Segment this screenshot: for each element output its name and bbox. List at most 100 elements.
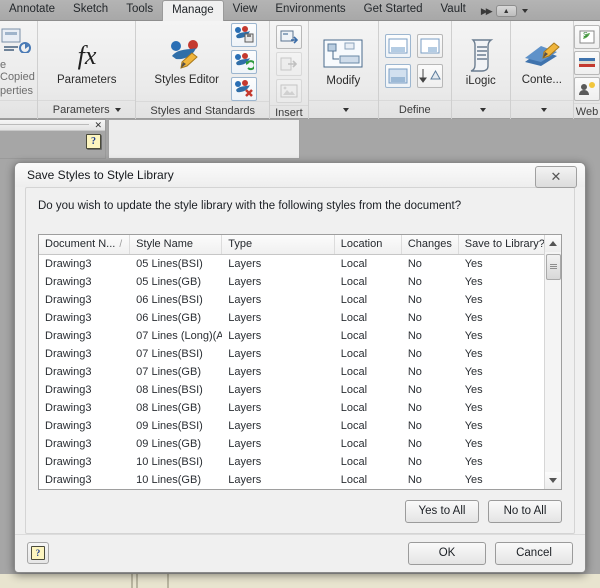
table-cell: Layers [228,383,262,396]
help-button[interactable]: ? [27,542,49,565]
ribbon-panel-label-parameters[interactable]: Parameters [38,100,136,119]
ribbon-tab-tools[interactable]: Tools [117,0,162,20]
svg-text:fx: fx [77,41,96,70]
strip-mark [167,574,169,588]
chevron-down-icon[interactable] [114,108,121,112]
ribbon-tab-label: Sketch [73,3,109,15]
dialog-footer: ? OK Cancel [15,533,585,572]
define-bottom-left-icon[interactable] [384,63,411,88]
user-idea-icon[interactable] [574,77,600,101]
table-row[interactable]: Drawing3 10 Lines(GB) Layers Local No Yes [39,471,561,489]
books-icon[interactable] [574,51,600,75]
ribbon-panel-label-ilogic[interactable] [451,100,510,119]
define-sort-icon[interactable] [416,63,443,88]
ribbon-tab-bar: Annotate Sketch Tools Manage View Enviro… [0,0,600,21]
ribbon-panel-label-content-center[interactable] [510,100,574,119]
scrollbar-track[interactable] [545,252,562,472]
table-row[interactable]: Drawing3 07 Lines(GB) Layers Local No Yes [39,363,561,381]
ilogic-button[interactable]: iLogic [457,37,505,87]
double-chevron-right-icon[interactable]: ▶▶ [481,6,493,17]
column-header-location[interactable]: Location [335,234,402,254]
table-cell: Layers [228,329,262,342]
no-to-all-button[interactable]: No to All [488,499,562,523]
minimize-ribbon-icon[interactable]: ▲ [495,5,517,17]
dialog-body: Do you wish to update the style library … [15,186,585,534]
insert-object-icon[interactable] [275,25,302,49]
clipboard-label-2: perties [0,84,34,97]
ribbon-panel-modify: Modify [308,21,379,119]
styles-editor-button[interactable]: Styles Editor [148,38,225,86]
modify-button[interactable]: Modify [312,37,374,87]
ribbon-tab-vault[interactable]: Vault [431,0,474,20]
table-row[interactable]: Drawing3 06 Lines(BSI) Layers Local No Yes [39,291,561,309]
column-header-changes[interactable]: Changes [402,234,459,254]
table-row[interactable]: Drawing3 09 Lines(GB) Layers Local No Yes [39,435,561,453]
parameters-button[interactable]: fx Parameters [51,38,122,86]
dialog-close-button[interactable]: ✕ [535,166,577,188]
ribbon-panel-clipboard: e Copied perties [0,21,38,119]
table-row[interactable]: Drawing3 09 Lines(BSI) Layers Local No Yes [39,417,561,435]
save-styles-icon[interactable] [230,23,257,47]
table-row[interactable]: Drawing3 08 Lines(GB) Layers Local No Yes [39,399,561,417]
table-cell: Layers [228,293,262,306]
cancel-button[interactable]: Cancel [495,541,573,565]
ribbon-tab-get-started[interactable]: Get Started [355,0,432,20]
ribbon-tab-sketch[interactable]: Sketch [64,0,117,20]
ilogic-scroll-icon [470,38,494,72]
scrollbar-thumb[interactable] [545,253,561,280]
table-row[interactable]: Drawing3 08 Lines(BSI) Layers Local No Yes [39,381,561,399]
close-icon[interactable]: ✕ [94,121,102,130]
background-help-button[interactable]: ? [86,134,101,149]
ribbon-tab-label: Vault [440,3,466,15]
table-row[interactable]: Drawing3 05 Lines(BSI) Layers Local No Yes [39,255,561,273]
table-row[interactable]: Drawing3 07 Lines (Long)(A... Layers Local N… [39,327,561,345]
content-center-button[interactable]: Conte... [516,38,568,86]
import-icon[interactable] [275,52,302,76]
purge-styles-icon[interactable] [230,77,257,101]
ok-button[interactable]: OK [408,541,486,565]
table-row[interactable]: Drawing3 05 Lines(GB) Layers Local No Yes [39,273,561,291]
table-row[interactable]: Drawing3 06 Lines(GB) Layers Local No Yes [39,309,561,327]
chevron-down-icon[interactable] [541,108,548,112]
ribbon-tab-label: Environments [275,3,346,15]
table-cell: Layers [228,437,262,450]
table-cell: 08 Lines(BSI) [136,383,203,396]
define-top-right-icon[interactable] [416,33,443,58]
help-question-icon: ? [31,546,45,561]
content-center-icon [524,41,560,66]
table-cell: Drawing3 [45,293,92,306]
scroll-up-arrow-icon[interactable] [544,234,561,252]
chevron-down-icon[interactable] [480,108,487,112]
column-header-style-name[interactable]: Style Name [130,234,223,254]
scroll-down-arrow-icon[interactable] [544,471,561,489]
table-cell: Drawing3 [45,437,92,450]
update-styles-icon[interactable] [230,50,257,74]
table-vertical-scrollbar[interactable] [544,234,562,489]
ribbon-tab-view[interactable]: View [224,0,267,20]
suite-workflows-icon[interactable]: S [574,25,600,49]
chevron-down-icon[interactable] [521,9,528,13]
strip-mark [136,574,138,588]
table-cell: No [407,383,422,396]
column-header-document-name[interactable]: Document N... / [39,234,131,254]
ribbon-tab-manage[interactable]: Manage [162,0,224,21]
chevron-down-icon[interactable] [342,108,349,112]
yes-to-all-button[interactable]: Yes to All [405,499,479,523]
table-row[interactable]: Drawing3 07 Lines(BSI) Layers Local No Yes [39,345,561,363]
table-cell: Local [340,329,368,342]
footer-buttons: OK Cancel [408,541,573,565]
table-cell: Local [340,365,368,378]
define-top-left-icon[interactable] [384,33,411,58]
ribbon-tab-annotate[interactable]: Annotate [0,0,64,20]
insert-image-icon[interactable] [275,79,302,103]
ribbon-panel-insert: Insert [269,21,309,119]
ribbon-tab-environments[interactable]: Environments [266,0,354,20]
column-header-type[interactable]: Type [222,234,335,254]
table-cell: 06 Lines(BSI) [136,293,203,306]
paste-copied-icon[interactable] [0,27,34,53]
table-cell: No [407,437,422,450]
ribbon-panel-label-modify[interactable] [308,100,378,119]
header-label: Type [228,238,253,251]
header-label: Location [340,238,383,251]
table-row[interactable]: Drawing3 10 Lines(BSI) Layers Local No Yes [39,453,561,471]
